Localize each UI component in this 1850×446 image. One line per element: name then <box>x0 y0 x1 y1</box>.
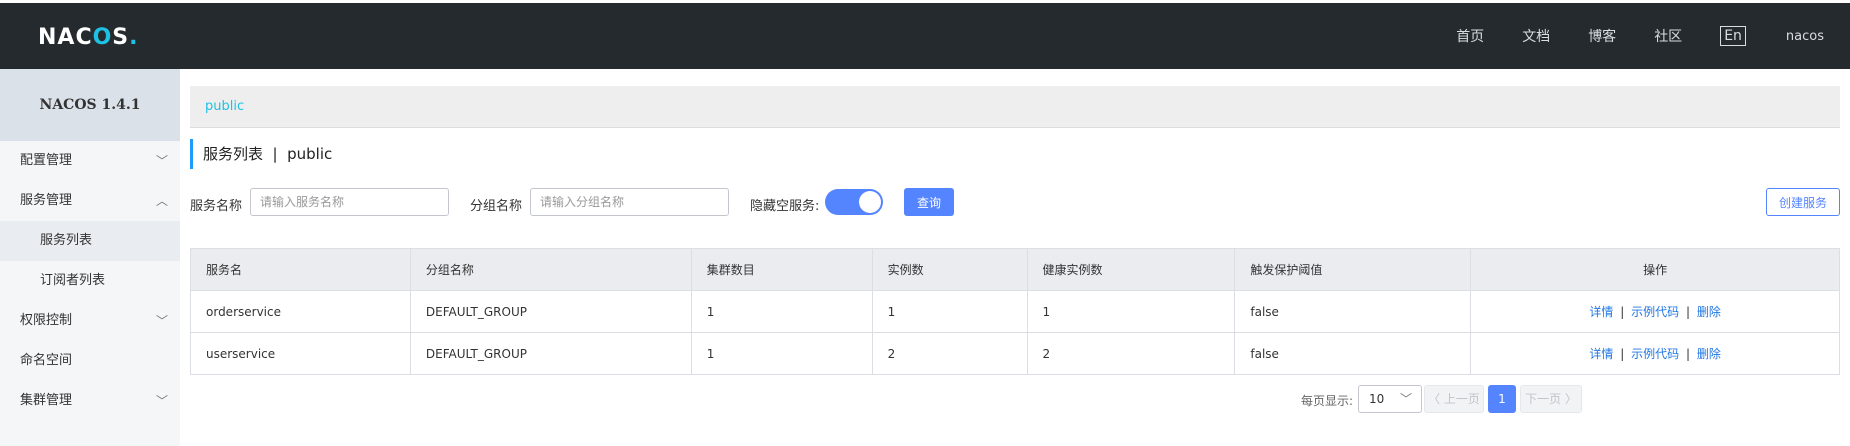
separator: | <box>1685 305 1690 319</box>
service-name-cell: userservice <box>190 332 411 375</box>
sidebar-item-label: 服务管理 <box>20 193 73 208</box>
service-name-label: 服务名称 <box>190 199 243 214</box>
detail-link[interactable]: 详情 <box>1589 305 1613 319</box>
sidebar-item-label: 命名空间 <box>20 353 73 368</box>
pagination: 每页显示: 10 ﹀ 〈 上一页 1 下一页 〉 <box>190 385 1840 413</box>
sidebar-item-cluster[interactable]: 集群管理 ﹀ <box>0 381 180 421</box>
page-size-select[interactable]: 10 ﹀ <box>1358 385 1422 413</box>
delete-link[interactable]: 删除 <box>1697 347 1721 361</box>
create-service-button[interactable]: 创建服务 <box>1766 188 1840 216</box>
sample-code-link[interactable]: 示例代码 <box>1631 347 1679 361</box>
top-nav: 首页 文档 博客 社区 En nacos <box>1456 3 1850 69</box>
sample-code-link[interactable]: 示例代码 <box>1631 305 1679 319</box>
column-header: 集群数目 <box>690 248 873 291</box>
healthy-count-cell: 1 <box>1026 290 1236 333</box>
sidebar-item-auth[interactable]: 权限控制 ﹀ <box>0 301 180 341</box>
top-navbar: NACOS. 首页 文档 博客 社区 En nacos <box>0 3 1850 69</box>
group-name-label: 分组名称 <box>470 199 523 214</box>
sidebar: NACOS 1.4.1 配置管理 ﹀ 服务管理 ︿ 服务列表 订阅者列表 权限控… <box>0 69 180 446</box>
separator: | <box>1685 347 1690 361</box>
chevron-down-icon: ﹀ <box>1399 392 1412 406</box>
delete-link[interactable]: 删除 <box>1697 305 1721 319</box>
table-row: userservice DEFAULT_GROUP 1 2 2 false 详情… <box>190 332 1840 375</box>
actions-cell: 详情 | 示例代码 | 删除 <box>1470 290 1840 333</box>
namespace-link[interactable]: public <box>205 99 244 114</box>
page-title: 服务列表 | public <box>190 139 332 169</box>
group-cell: DEFAULT_GROUP <box>409 332 692 375</box>
toggle-knob <box>859 191 881 213</box>
service-name-cell: orderservice <box>190 290 411 333</box>
sidebar-item-label: 集群管理 <box>20 393 73 408</box>
user-menu[interactable]: nacos <box>1786 29 1824 44</box>
query-button[interactable]: 查询 <box>904 188 954 216</box>
page-size-label: 每页显示: <box>1301 394 1354 408</box>
sidebar-item-label: 服务列表 <box>40 233 93 248</box>
chevron-down-icon: ﹀ <box>155 154 168 168</box>
page-size-value: 10 <box>1369 392 1385 406</box>
logo-text: NAC <box>38 25 93 50</box>
service-table: 服务名 分组名称 集群数目 实例数 健康实例数 触发保护阈值 操作 orders… <box>190 248 1840 375</box>
sidebar-item-label: 配置管理 <box>20 153 73 168</box>
sidebar-version-title: NACOS 1.4.1 <box>0 69 180 141</box>
sidebar-item-subscribers[interactable]: 订阅者列表 <box>0 261 180 301</box>
service-name-input[interactable] <box>250 188 449 216</box>
column-header: 分组名称 <box>409 248 692 291</box>
namespace-breadcrumb: public <box>190 86 1840 128</box>
separator: | <box>1620 305 1625 319</box>
nacos-logo[interactable]: NACOS. <box>38 25 139 50</box>
instance-count-cell: 1 <box>871 290 1028 333</box>
column-header: 触发保护阈值 <box>1234 248 1472 291</box>
sidebar-item-service[interactable]: 服务管理 ︿ <box>0 181 180 221</box>
chevron-down-icon: ﹀ <box>155 394 168 408</box>
sidebar-item-label: 权限控制 <box>20 313 73 328</box>
chevron-down-icon: ﹀ <box>155 314 168 328</box>
threshold-cell: false <box>1234 332 1472 375</box>
actions-cell: 详情 | 示例代码 | 删除 <box>1470 332 1840 375</box>
current-page-button[interactable]: 1 <box>1488 385 1516 413</box>
column-header: 服务名 <box>190 248 411 291</box>
nav-home[interactable]: 首页 <box>1456 26 1484 46</box>
language-switch[interactable]: En <box>1720 26 1746 46</box>
chevron-up-icon: ︿ <box>155 194 168 208</box>
cluster-count-cell: 1 <box>690 290 873 333</box>
threshold-cell: false <box>1234 290 1472 333</box>
logo-text-tail: S <box>112 25 130 50</box>
nav-blog[interactable]: 博客 <box>1588 26 1616 46</box>
hide-empty-toggle[interactable] <box>825 189 883 215</box>
logo-accent: O <box>92 25 113 50</box>
sidebar-item-namespace[interactable]: 命名空间 <box>0 341 180 381</box>
filter-bar: 服务名称 分组名称 隐藏空服务: 查询 创建服务 <box>190 188 1840 218</box>
sidebar-item-config[interactable]: 配置管理 ﹀ <box>0 141 180 181</box>
sidebar-item-label: 订阅者列表 <box>40 273 106 288</box>
next-page-button[interactable]: 下一页 〉 <box>1520 385 1582 413</box>
table-row: orderservice DEFAULT_GROUP 1 1 1 false 详… <box>190 290 1840 333</box>
instance-count-cell: 2 <box>871 332 1028 375</box>
table-header-row: 服务名 分组名称 集群数目 实例数 健康实例数 触发保护阈值 操作 <box>190 248 1840 291</box>
column-header: 健康实例数 <box>1026 248 1236 291</box>
group-name-input[interactable] <box>530 188 729 216</box>
cluster-count-cell: 1 <box>690 332 873 375</box>
hide-empty-label: 隐藏空服务: <box>750 199 820 214</box>
column-header: 操作 <box>1470 248 1840 291</box>
detail-link[interactable]: 详情 <box>1589 347 1613 361</box>
sidebar-item-service-list[interactable]: 服务列表 <box>0 221 180 261</box>
column-header: 实例数 <box>871 248 1028 291</box>
group-cell: DEFAULT_GROUP <box>409 290 692 333</box>
healthy-count-cell: 2 <box>1026 332 1236 375</box>
separator: | <box>1620 347 1625 361</box>
nav-community[interactable]: 社区 <box>1654 26 1682 46</box>
prev-page-button[interactable]: 〈 上一页 <box>1424 385 1484 413</box>
nav-docs[interactable]: 文档 <box>1522 26 1550 46</box>
logo-dot: . <box>129 25 139 50</box>
